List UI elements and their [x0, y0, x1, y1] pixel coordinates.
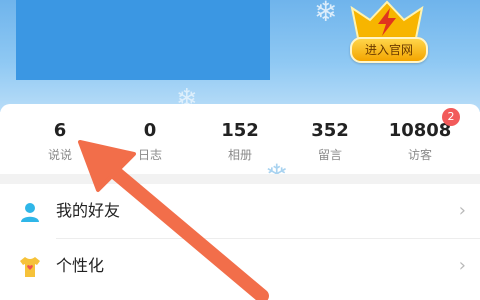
- section-divider: [0, 174, 480, 184]
- chevron-right-icon: ›: [458, 255, 466, 276]
- stat-label: 日志: [137, 148, 162, 162]
- enter-official-site-button[interactable]: 进入官网: [350, 37, 428, 63]
- stats-bar: 6 说说 0 日志 152 相册 352 留言 10808 访客 2: [0, 104, 480, 174]
- stat-visitors[interactable]: 10808 访客: [378, 120, 462, 164]
- cover-image[interactable]: [16, 0, 270, 80]
- visitor-count-badge: 2: [442, 108, 460, 126]
- menu-item-personalize[interactable]: 个性化 ›: [0, 239, 480, 293]
- stat-posts[interactable]: 6 说说: [18, 120, 102, 164]
- menu-item-label: 个性化: [56, 256, 105, 275]
- menu-item-label: 我的好友: [56, 201, 121, 220]
- stat-label: 说说: [47, 148, 72, 162]
- stat-value: 0: [143, 120, 157, 141]
- stat-label: 访客: [407, 148, 432, 162]
- menu-item-my-friends[interactable]: 我的好友 ›: [0, 184, 480, 238]
- profile-header: ❄ ❄ 进入官网: [0, 0, 480, 112]
- friends-icon: [21, 203, 39, 222]
- stat-messages[interactable]: 352 留言: [288, 120, 372, 164]
- stat-value: 352: [311, 120, 349, 141]
- stat-label: 留言: [317, 148, 342, 162]
- snowflake-icon: ❄: [314, 0, 338, 28]
- stat-blog[interactable]: 0 日志: [108, 120, 192, 164]
- chevron-right-icon: ›: [458, 200, 466, 221]
- lightning-crown-icon[interactable]: [346, 0, 428, 40]
- stat-value: 152: [221, 120, 259, 141]
- shirt-icon: [20, 257, 40, 277]
- stat-value: 6: [53, 120, 67, 141]
